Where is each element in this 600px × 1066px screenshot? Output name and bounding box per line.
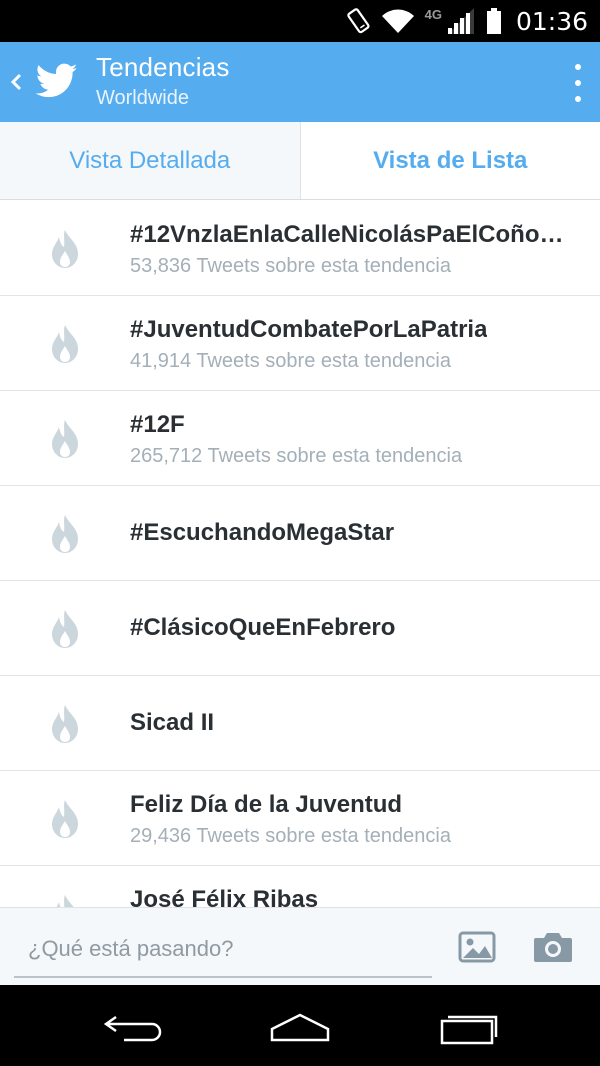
- signal-icon: [447, 8, 474, 34]
- flame-icon: [52, 610, 78, 648]
- list-item[interactable]: #12VnzlaEnlaCalleNicolásPaElCoño… 53,836…: [0, 201, 600, 296]
- nav-home-icon[interactable]: [268, 1009, 332, 1045]
- status-bar: 4G 01:36: [0, 0, 600, 42]
- list-item[interactable]: Sicad II: [0, 676, 600, 771]
- nav-back-icon[interactable]: [102, 1009, 166, 1045]
- tab-vista-de-lista[interactable]: Vista de Lista: [300, 122, 600, 199]
- compose-input[interactable]: ¿Qué está pasando?: [14, 928, 432, 978]
- flame-icon: [52, 325, 78, 363]
- trend-name: #EscuchandoMegaStar: [130, 519, 395, 546]
- flame-icon: [56, 895, 74, 907]
- trend-count: 41,914 Tweets sobre esta tendencia: [130, 350, 451, 372]
- network-type: 4G: [424, 6, 442, 22]
- nav-recents-icon[interactable]: [436, 1009, 500, 1045]
- trend-name: José Félix Ribas: [130, 886, 319, 907]
- wifi-icon: [381, 9, 414, 33]
- trend-count: 265,712 Tweets sobre esta tendencia: [130, 445, 463, 467]
- system-nav-bar: [0, 985, 600, 1066]
- flame-icon: [52, 705, 78, 743]
- trend-name: Feliz Día de la Juventud: [130, 791, 403, 818]
- chevron-left-icon[interactable]: [6, 64, 26, 100]
- trend-name: #12VnzlaEnlaCalleNicolásPaElCoño…: [130, 221, 564, 248]
- list-item[interactable]: Feliz Día de la Juventud 29,436 Tweets s…: [0, 771, 600, 866]
- trend-name: #ClásicoQueEnFebrero: [130, 614, 396, 641]
- trend-name: #JuventudCombatePorLaPatria: [130, 316, 488, 343]
- trend-name: Sicad II: [130, 709, 215, 736]
- compose-bar: ¿Qué está pasando?: [0, 907, 600, 985]
- app-bar: Tendencias Worldwide: [0, 42, 600, 122]
- list-item[interactable]: #12F 265,712 Tweets sobre esta tendencia: [0, 391, 600, 486]
- flame-icon: [52, 420, 78, 458]
- trend-count: 53,836 Tweets sobre esta tendencia: [130, 255, 451, 277]
- flame-icon: [52, 515, 78, 553]
- twitter-bird-icon[interactable]: [36, 62, 78, 100]
- trends-list: #12VnzlaEnlaCalleNicolásPaElCoño… 53,836…: [0, 201, 600, 907]
- tab-vista-detallada[interactable]: Vista Detallada: [0, 122, 301, 199]
- trend-count: 29,436 Tweets sobre esta tendencia: [130, 825, 451, 847]
- status-icons: 4G 01:36: [345, 0, 588, 42]
- list-item[interactable]: #EscuchandoMegaStar: [0, 486, 600, 581]
- trend-name: #12F: [130, 411, 185, 438]
- view-tabs: Vista Detallada Vista de Lista: [0, 122, 600, 200]
- page-title: Tendencias: [96, 52, 230, 82]
- flame-icon: [52, 800, 78, 838]
- flame-icon: [52, 230, 78, 268]
- page-subtitle: Worldwide: [96, 87, 189, 109]
- clock: 01:36: [515, 6, 588, 36]
- camera-icon[interactable]: [532, 930, 574, 964]
- list-item[interactable]: José Félix Ribas: [0, 866, 600, 907]
- rotation-lock-icon: [346, 8, 370, 34]
- overflow-menu-icon[interactable]: [572, 62, 584, 104]
- list-item[interactable]: #ClásicoQueEnFebrero: [0, 581, 600, 676]
- battery-icon: [486, 8, 501, 34]
- list-item[interactable]: #JuventudCombatePorLaPatria 41,914 Tweet…: [0, 296, 600, 391]
- image-icon[interactable]: [458, 930, 496, 964]
